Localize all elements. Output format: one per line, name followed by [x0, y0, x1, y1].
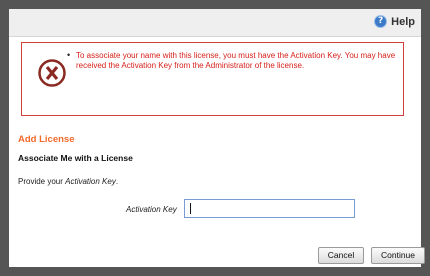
error-x-icon — [38, 59, 66, 92]
cancel-button[interactable]: Cancel — [318, 247, 364, 264]
section-title: Add License — [18, 134, 75, 145]
help-label: Help — [391, 15, 415, 28]
instruction-prefix: Provide your — [18, 177, 66, 186]
instructions: Provide your Activation Key. — [18, 177, 118, 186]
top-toolbar: ? Help — [9, 9, 421, 37]
activation-key-label: Activation Key — [126, 205, 177, 214]
bullet-icon: • — [67, 50, 71, 60]
help-link[interactable]: ? Help — [374, 15, 415, 28]
error-message-box: • To associate your name with this licen… — [21, 42, 404, 116]
error-text: • To associate your name with this licen… — [67, 50, 396, 70]
text-caret — [190, 203, 191, 214]
error-message: To associate your name with this license… — [76, 51, 396, 70]
dialog-frame: ? Help • To associate your name with thi… — [0, 0, 430, 276]
form-heading: Associate Me with a License — [18, 153, 133, 163]
continue-button[interactable]: Continue — [371, 247, 425, 264]
instruction-emphasis: Activation Key — [65, 177, 116, 186]
instruction-suffix: . — [115, 177, 119, 186]
help-icon: ? — [374, 15, 388, 28]
activation-key-input[interactable] — [184, 199, 355, 218]
